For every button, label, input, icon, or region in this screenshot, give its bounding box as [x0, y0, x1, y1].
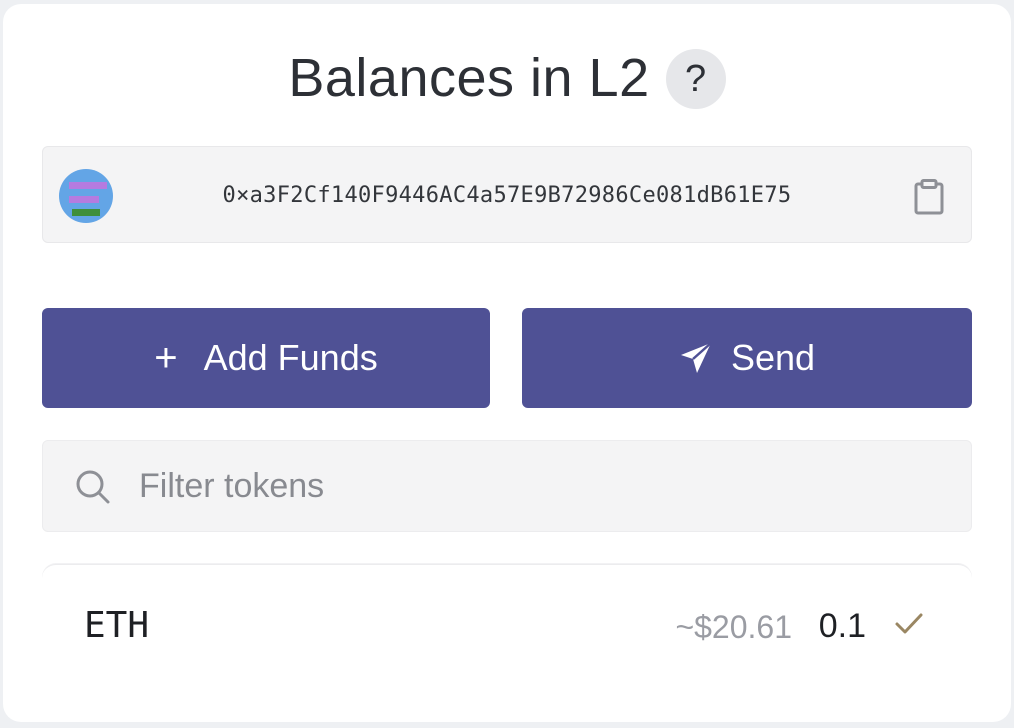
balances-card: Balances in L2 ? 0×a3F2Cf140F9446AC4a57E…	[3, 4, 1011, 722]
paper-plane-icon	[680, 342, 712, 373]
token-symbol: ETH	[84, 605, 150, 646]
help-icon[interactable]: ?	[665, 49, 726, 109]
filter-tokens-input[interactable]	[139, 441, 939, 531]
avatar	[59, 169, 113, 223]
search-icon	[76, 470, 110, 504]
account-address-box: 0×a3F2Cf140F9446AC4a57E9B72986Ce081dB61E…	[42, 146, 972, 243]
add-funds-label: Add Funds	[203, 337, 378, 378]
check-icon	[895, 613, 923, 634]
filter-tokens-box	[42, 440, 972, 532]
token-usd-value: ~$20.61	[675, 609, 792, 645]
plus-icon: +	[154, 335, 178, 380]
send-button[interactable]: Send	[522, 308, 972, 408]
account-address: 0×a3F2Cf140F9446AC4a57E9B72986Ce081dB61E…	[222, 183, 792, 208]
token-row[interactable]: ETH ~$20.61 0.1	[42, 564, 972, 688]
clipboard-icon[interactable]	[913, 179, 945, 215]
page-title: Balances in L2	[288, 48, 650, 108]
header: Balances in L2 ?	[3, 42, 1011, 114]
token-amount: 0.1	[818, 607, 866, 645]
add-funds-button[interactable]: + Add Funds	[42, 308, 490, 408]
send-label: Send	[730, 337, 816, 378]
